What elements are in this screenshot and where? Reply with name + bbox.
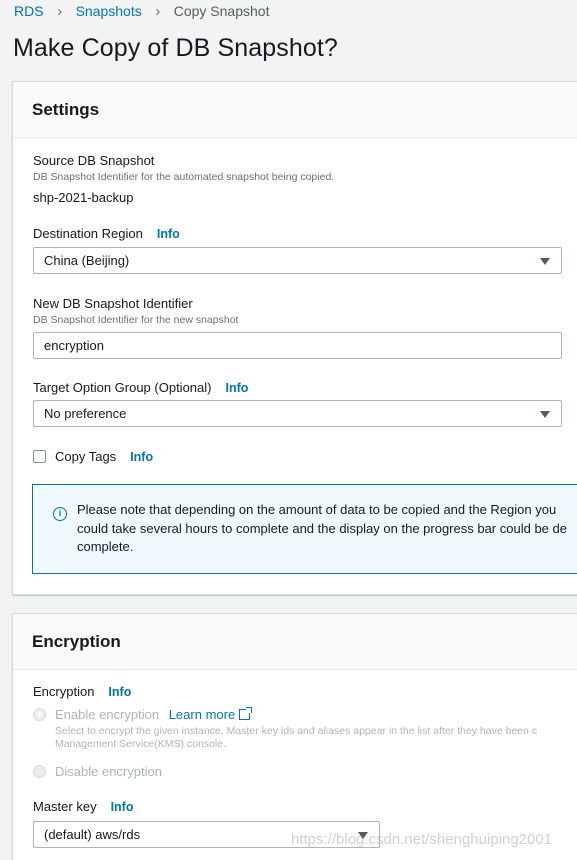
copy-tags-checkbox[interactable] (33, 450, 46, 463)
chevron-right-icon: › (155, 2, 161, 20)
encryption-info-link[interactable]: Info (108, 685, 131, 699)
encryption-label: Encryption Info (33, 684, 131, 699)
master-key-info-link[interactable]: Info (111, 800, 134, 814)
breadcrumb-snapshots-link[interactable]: Snapshots (76, 3, 142, 19)
caret-down-icon (540, 411, 550, 418)
learn-more-link[interactable]: Learn more (168, 707, 253, 722)
learn-more-text: Learn more (168, 707, 236, 722)
chevron-right-icon: › (57, 2, 63, 20)
new-identifier-label: New DB Snapshot Identifier (33, 296, 193, 311)
external-link-icon (239, 707, 253, 720)
source-snapshot-value: shp-2021-backup (33, 190, 134, 205)
enable-encryption-desc-line-1: Select to encrypt the given instance. Ma… (55, 725, 538, 737)
option-group-label: Target Option Group (Optional) Info (33, 380, 248, 395)
breadcrumb-current: Copy Snapshot (173, 3, 270, 19)
settings-panel-title: Settings (13, 82, 577, 138)
option-group-value: No preference (44, 406, 127, 421)
destination-region-value: China (Beijing) (44, 253, 130, 268)
master-key-label: Master key Info (33, 799, 134, 814)
enable-encryption-label: Enable encryption Learn more (55, 707, 253, 722)
encryption-text: Encryption (33, 684, 95, 699)
notice-line-2: could take several hours to complete and… (77, 520, 567, 536)
option-group-select[interactable]: No preference (33, 400, 562, 427)
caret-down-icon (540, 258, 550, 265)
copy-tags-text: Copy Tags (55, 449, 117, 464)
disable-encryption-label: Disable encryption (55, 764, 162, 779)
source-snapshot-desc: DB Snapshot Identifier for the automated… (33, 171, 335, 183)
enable-encryption-radio[interactable] (33, 708, 46, 721)
destination-region-label: Destination Region Info (33, 226, 180, 241)
copy-tags-label: Copy Tags Info (55, 449, 153, 464)
settings-panel: Settings Source DB Snapshot DB Snapshot … (12, 81, 577, 595)
breadcrumb-rds-link[interactable]: RDS (14, 3, 44, 19)
breadcrumb: RDS › Snapshots › Copy Snapshot (14, 2, 270, 20)
copy-duration-notice: i Please note that depending on the amou… (32, 484, 577, 574)
notice-text: Please note that depending on the amount… (77, 501, 577, 557)
enable-encryption-desc: Select to encrypt the given instance. Ma… (55, 725, 537, 750)
option-group-info-link[interactable]: Info (225, 381, 248, 395)
destination-region-text: Destination Region (33, 226, 143, 241)
disable-encryption-radio[interactable] (33, 765, 46, 778)
watermark: https://blog.csdn.net/shenghuiping2001 (291, 831, 553, 848)
new-identifier-value: encryption (44, 338, 104, 353)
notice-line-1: Please note that depending on the amount… (77, 502, 557, 517)
encryption-panel-title: Encryption (13, 614, 577, 670)
destination-region-select[interactable]: China (Beijing) (33, 247, 562, 274)
info-icon: i (53, 507, 67, 521)
enable-encryption-desc-line-2: Management Service(KMS) console. (55, 738, 226, 750)
encryption-panel: Encryption Encryption Info Enable encrypt… (12, 613, 577, 860)
enable-encryption-text: Enable encryption (55, 707, 160, 722)
source-snapshot-label: Source DB Snapshot (33, 153, 155, 168)
master-key-text: Master key (33, 799, 97, 814)
destination-region-info-link[interactable]: Info (157, 227, 180, 241)
notice-line-3: complete. (77, 539, 134, 554)
option-group-text: Target Option Group (Optional) (33, 380, 212, 395)
page-title: Make Copy of DB Snapshot? (13, 34, 338, 62)
copy-tags-info-link[interactable]: Info (130, 450, 153, 464)
new-identifier-desc: DB Snapshot Identifier for the new snaps… (33, 314, 239, 326)
master-key-value: (default) aws/rds (44, 827, 141, 842)
new-identifier-input[interactable]: encryption (33, 332, 562, 359)
